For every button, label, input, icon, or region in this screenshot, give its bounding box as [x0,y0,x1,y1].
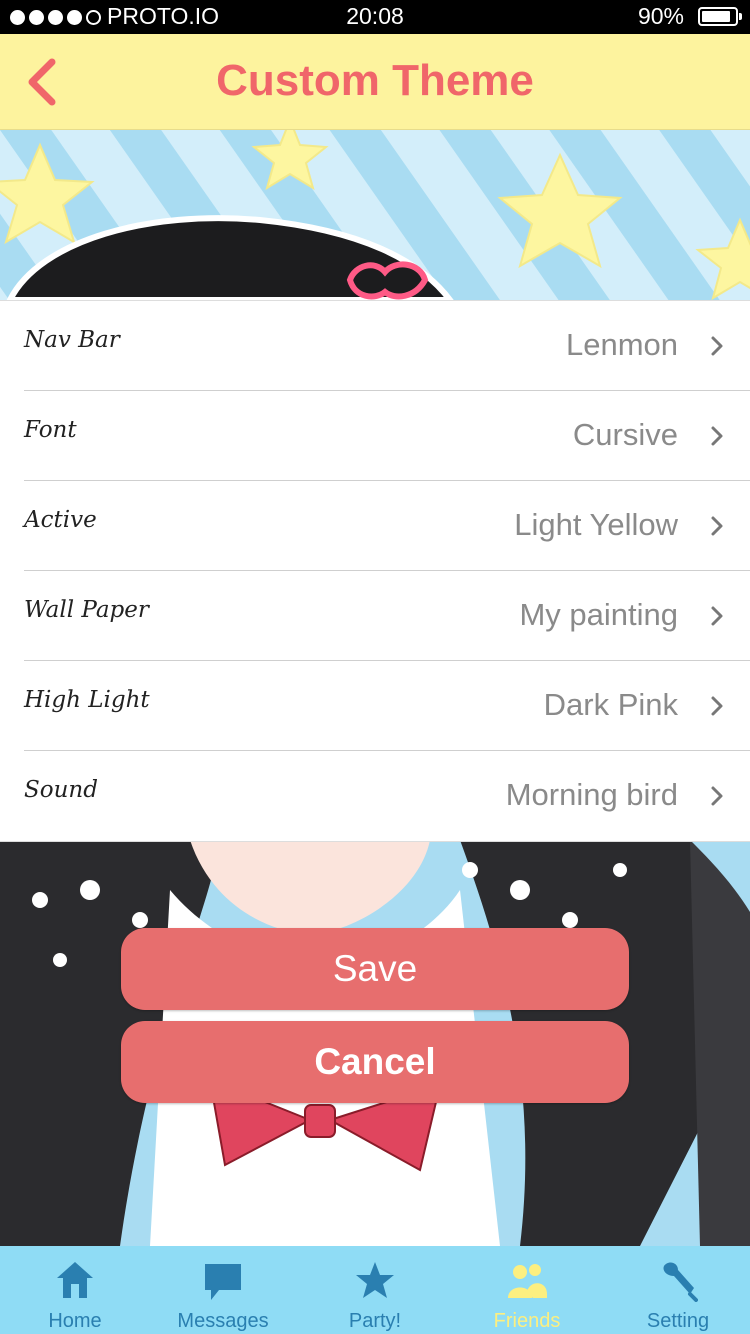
setting-value: My painting [519,597,678,632]
setting-label: Active [24,507,97,533]
setting-row-high-light[interactable]: High Light Dark Pink [24,661,750,751]
chevron-right-icon [711,786,723,806]
tab-party[interactable]: Party! [300,1246,450,1334]
tab-label: Messages [177,1310,269,1332]
tab-messages[interactable]: Messages [148,1246,298,1334]
chevron-right-icon [711,516,723,536]
chevron-right-icon [711,336,723,356]
home-icon [57,1262,93,1298]
tab-label: Home [48,1310,102,1332]
nav-bar: Custom Theme [0,34,750,130]
wrench-icon [663,1262,698,1302]
setting-label: High Light [24,687,150,713]
chevron-right-icon [711,696,723,716]
tab-setting[interactable]: Setting [603,1246,750,1334]
setting-row-nav-bar[interactable]: Nav Bar Lenmon [24,301,750,391]
battery-icon [698,7,742,26]
message-icon [205,1264,241,1300]
tab-label: Setting [646,1310,710,1332]
star-icon [356,1262,394,1298]
chevron-right-icon [711,606,723,626]
setting-label: Sound [24,777,98,803]
setting-label: Nav Bar [24,327,120,353]
status-bar: PROTO.IO 20:08 90% [0,0,750,34]
setting-value: Dark Pink [543,687,678,722]
setting-label: Wall Paper [24,597,149,623]
setting-value: Light Yellow [514,507,678,542]
tab-home[interactable]: Home [0,1246,150,1334]
tab-label: Party! [348,1310,402,1332]
save-button[interactable]: Save [121,928,629,1010]
setting-row-active[interactable]: Active Light Yellow [24,481,750,571]
tab-friends[interactable]: Friends [452,1246,602,1334]
tab-label: Friends [493,1310,561,1332]
setting-label: Font [24,417,77,443]
setting-row-wall-paper[interactable]: Wall Paper My painting [24,571,750,661]
setting-value: Lenmon [565,327,678,362]
tab-bar: Home Messages Party! Friends Setting [0,1246,750,1334]
setting-row-font[interactable]: Font Cursive [24,391,750,481]
friends-icon [508,1264,547,1298]
battery-percent: 90% [637,3,684,29]
page-title: Custom Theme [216,56,534,105]
chevron-right-icon [711,426,723,446]
cancel-button[interactable]: Cancel [121,1021,629,1103]
setting-value: Morning bird [505,777,678,812]
settings-list: Nav Bar Lenmon Font Cursive Active Light… [0,300,750,842]
setting-row-sound[interactable]: Sound Morning bird [24,751,750,840]
setting-value: Cursive [572,417,678,452]
